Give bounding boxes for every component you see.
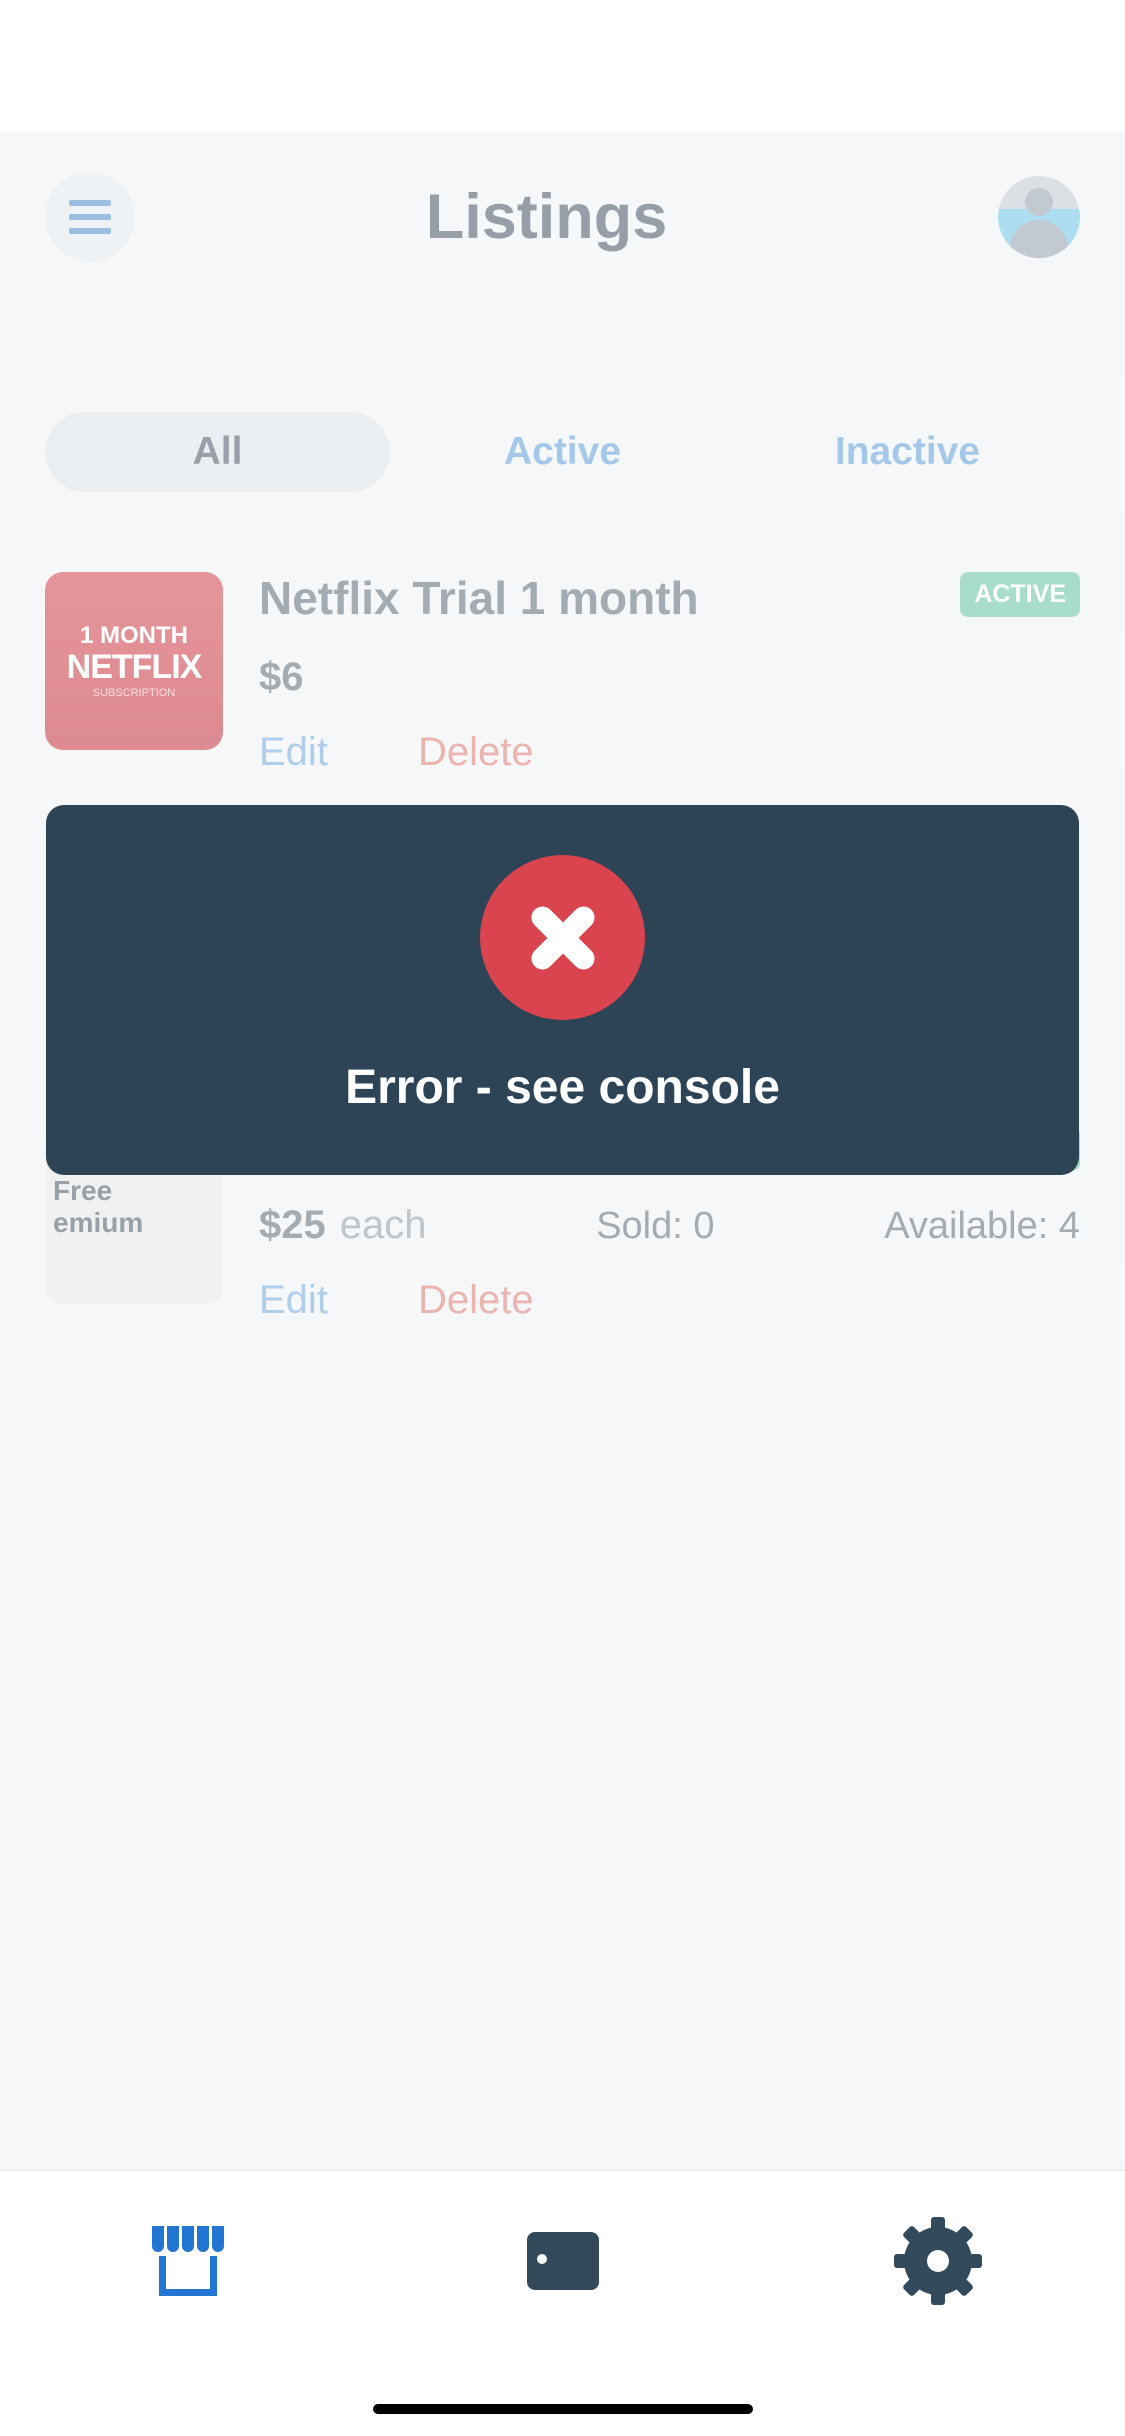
error-message: Error - see console [345,1060,780,1115]
listing-price: $6 [259,655,304,700]
error-modal[interactable]: Error - see console [46,805,1079,1175]
tab-inactive[interactable]: Inactive [735,412,1080,492]
listing-each: each [340,1203,427,1248]
nav-wallet[interactable] [503,2211,623,2311]
listing-thumbnail: 1 MONTH NETFLIX SUBSCRIPTION [45,572,223,750]
page-title: Listings [95,181,998,253]
delete-button[interactable]: Delete [418,730,534,775]
available-count: Available: 4 [884,1205,1080,1248]
listing-actions: Edit Delete [259,1278,1080,1323]
close-x-icon [528,903,598,973]
status-badge: ACTIVE [960,572,1080,617]
listing-actions: Edit Delete [259,730,1080,775]
delete-button[interactable]: Delete [418,1278,534,1323]
listing-head: Netflix Trial 1 month ACTIVE [259,572,1080,625]
nav-shop[interactable] [128,2211,248,2311]
filter-tabs: All Active Inactive [45,412,1080,492]
home-indicator[interactable] [373,2404,753,2414]
thumb-text: NETFLIX [67,649,202,686]
thumb-text: emium [53,1207,223,1239]
thumb-text: 1 MONTH [80,623,188,649]
edit-button[interactable]: Edit [259,1278,328,1323]
listing-item[interactable]: 1 MONTH NETFLIX SUBSCRIPTION Netflix Tri… [45,572,1080,826]
nav-settings[interactable] [878,2211,998,2311]
edit-button[interactable]: Edit [259,730,328,775]
stats-row: $25 each Sold: 0 Available: 4 [259,1179,1080,1248]
header: Listings [45,132,1080,312]
thumb-text: SUBSCRIPTION [93,687,176,699]
listing-price: $25 [259,1203,326,1248]
sold-count: Sold: 0 [596,1205,714,1248]
tab-all[interactable]: All [45,412,390,492]
listing-body: Netflix Trial 1 month ACTIVE $6 Edit Del… [259,572,1080,775]
status-bar [0,0,1125,132]
thumb-text: Free [53,1175,223,1207]
avatar[interactable] [998,176,1080,258]
tab-active[interactable]: Active [390,412,735,492]
error-icon [480,855,645,1020]
bottom-nav [0,2170,1125,2436]
price-row: $6 [259,655,1080,700]
listing-title: Netflix Trial 1 month [259,572,699,625]
shop-icon [152,2226,224,2296]
gear-icon [904,2227,972,2295]
wallet-icon [527,2232,599,2290]
